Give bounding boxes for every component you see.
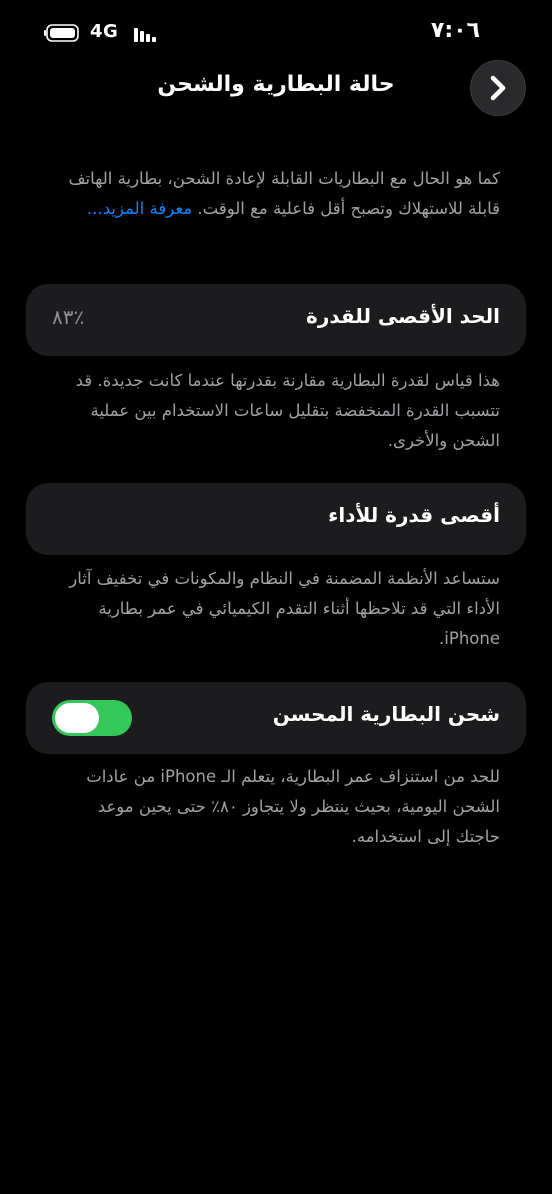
back-button[interactable] bbox=[470, 60, 526, 116]
chevron-right-icon bbox=[490, 75, 506, 101]
optimized-charging-label: شحن البطارية المحسن bbox=[272, 702, 500, 726]
intro-description: كما هو الحال مع البطاريات القابلة لإعادة… bbox=[50, 164, 500, 224]
peak-performance-card: أقصى قدرة للأداء bbox=[26, 483, 526, 555]
nav-bar: حالة البطارية والشحن bbox=[0, 58, 552, 122]
max-capacity-label: الحد الأقصى للقدرة bbox=[306, 304, 500, 328]
network-type-label: 4G bbox=[90, 21, 119, 42]
optimized-charging-toggle[interactable] bbox=[52, 700, 132, 736]
status-clock: ٧:٠٦ bbox=[430, 18, 480, 43]
max-capacity-description: هذا قياس لقدرة البطارية مقارنة بقدرتها ع… bbox=[75, 371, 500, 450]
toggle-knob bbox=[55, 703, 99, 733]
optimized-charging-card: شحن البطارية المحسن bbox=[26, 682, 526, 754]
peak-performance-label: أقصى قدرة للأداء bbox=[328, 503, 500, 527]
learn-more-link[interactable]: معرفة المزيد... bbox=[87, 199, 192, 218]
optimized-charging-description: للحد من استنزاف عمر البطارية، يتعلم الـ … bbox=[86, 767, 500, 846]
status-bar: 4G ٧:٠٦ bbox=[0, 18, 552, 48]
battery-full-icon bbox=[44, 24, 79, 42]
signal-bars-icon bbox=[134, 28, 156, 42]
max-capacity-card: الحد الأقصى للقدرة ٪٨٣ bbox=[26, 284, 526, 356]
peak-performance-description: ستساعد الأنظمة المضمنة في النظام والمكون… bbox=[69, 569, 500, 648]
max-capacity-value: ٪٨٣ bbox=[52, 305, 85, 329]
